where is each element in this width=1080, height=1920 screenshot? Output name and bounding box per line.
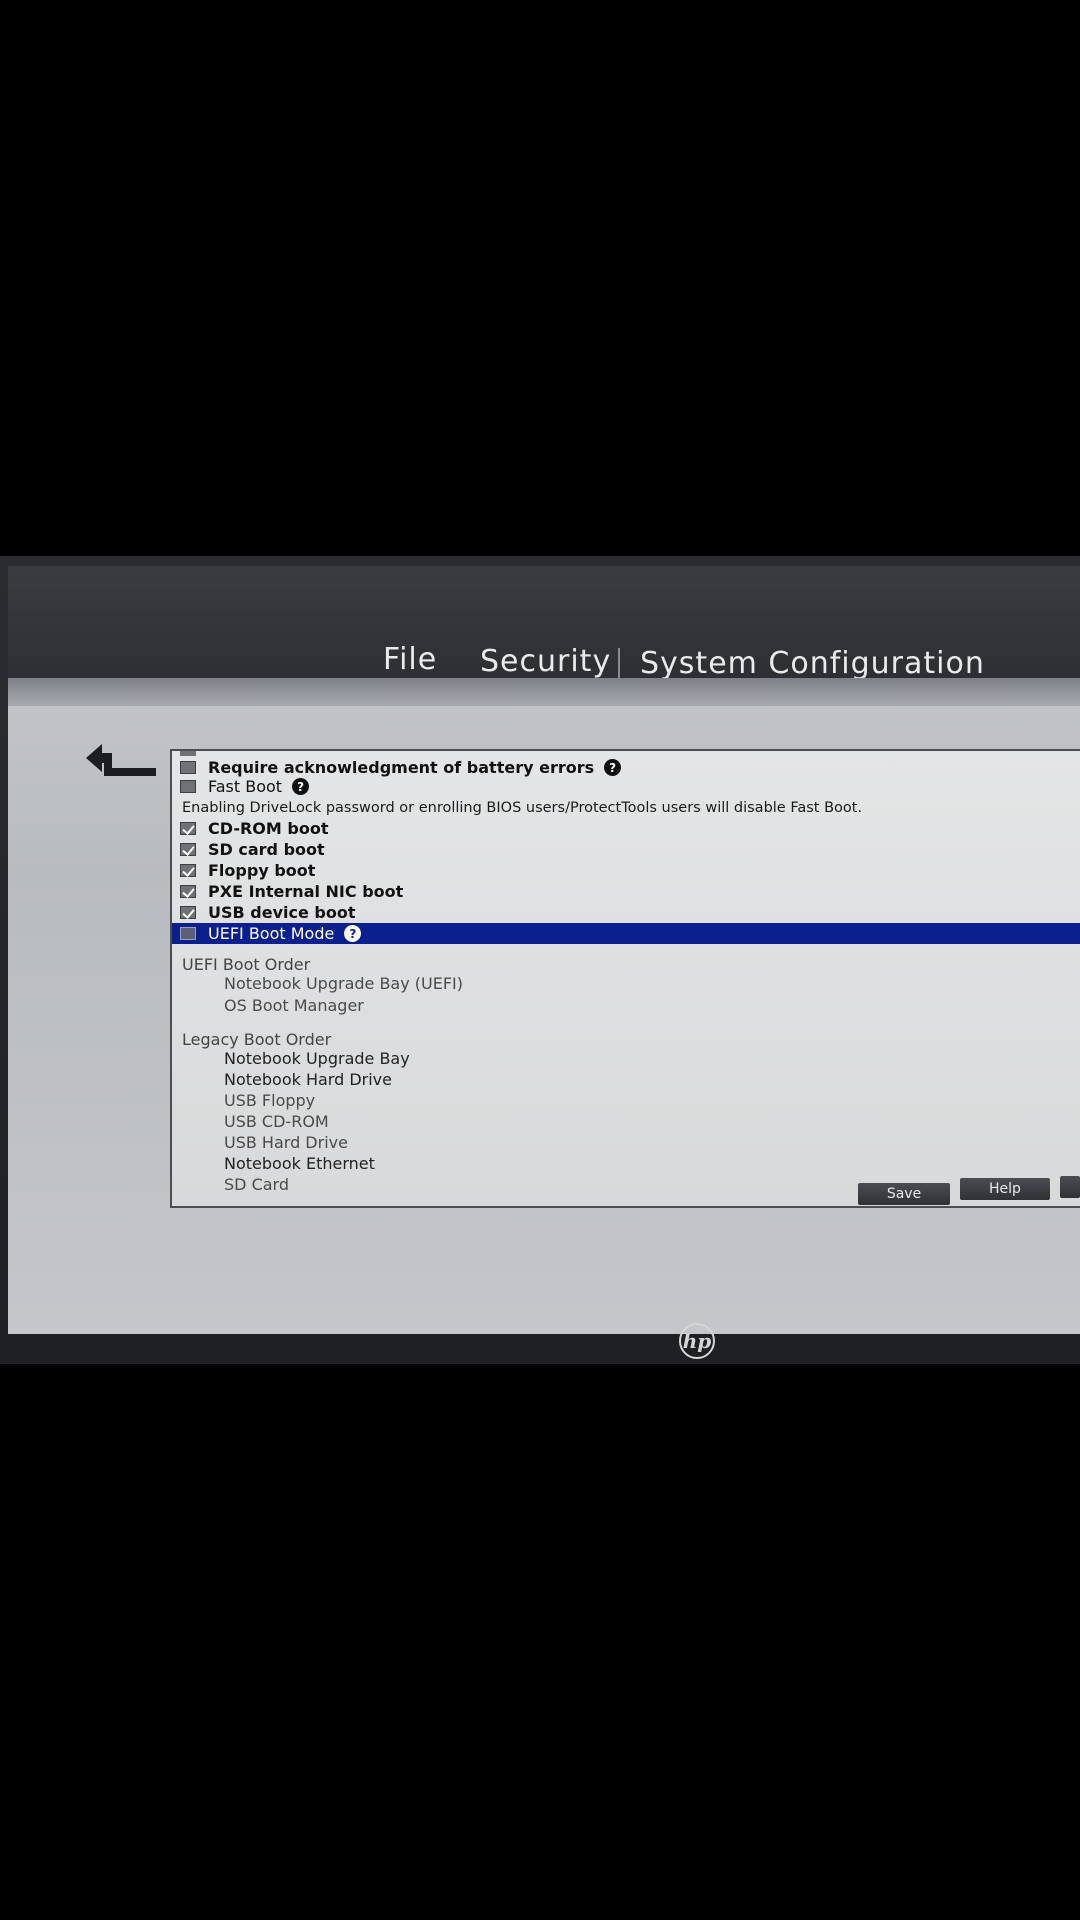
menu-system-configuration[interactable]: System Configuration (640, 646, 985, 681)
option-label: Require acknowledgment of battery errors (208, 758, 595, 777)
option-floppy-boot[interactable]: Floppy boot (172, 860, 1080, 881)
option-label: UEFI Boot Mode (208, 924, 335, 943)
checkbox-icon[interactable] (180, 843, 196, 856)
legacy-boot-item[interactable]: USB Hard Drive (224, 1133, 348, 1152)
option-sd-card-boot[interactable]: SD card boot (172, 839, 1080, 860)
option-pxe-nic-boot[interactable]: PXE Internal NIC boot (172, 881, 1080, 902)
question-circle-icon[interactable]: ? (604, 759, 622, 776)
legacy-boot-item[interactable]: USB CD-ROM (224, 1112, 329, 1131)
legacy-boot-item[interactable]: SD Card (224, 1175, 289, 1194)
menu-separator (618, 648, 620, 682)
back-arrow-icon[interactable] (86, 744, 156, 784)
exit-button[interactable] (1060, 1176, 1080, 1198)
option-label: Floppy boot (208, 861, 316, 880)
legacy-boot-order-title: Legacy Boot Order (182, 1030, 332, 1049)
option-label: Fast Boot (208, 777, 283, 796)
photo-frame: File Security System Configuration Requi… (0, 0, 1080, 1920)
checkbox-icon[interactable] (180, 822, 196, 835)
question-circle-icon[interactable]: ? (292, 778, 310, 795)
sub-bar (8, 678, 1080, 706)
option-cdrom-boot[interactable]: CD-ROM boot (172, 818, 1080, 839)
legacy-boot-item[interactable]: Notebook Ethernet (224, 1154, 375, 1173)
checkbox-icon[interactable] (180, 761, 196, 774)
option-label: SD card boot (208, 840, 325, 859)
bios-screen: File Security System Configuration Requi… (8, 566, 1080, 1334)
checkbox-icon[interactable] (180, 906, 196, 919)
hp-logo: hp (679, 1323, 715, 1359)
fast-boot-note: Enabling DriveLock password or enrolling… (182, 800, 863, 816)
option-fast-boot[interactable]: Fast Boot ? (172, 776, 1080, 797)
option-label: PXE Internal NIC boot (208, 882, 404, 901)
option-battery-errors[interactable]: Require acknowledgment of battery errors… (172, 757, 1080, 778)
legacy-boot-item[interactable]: Notebook Hard Drive (224, 1070, 392, 1089)
checkbox-icon[interactable] (180, 780, 196, 793)
question-circle-icon[interactable]: ? (344, 925, 362, 942)
menu-security[interactable]: Security (480, 644, 611, 679)
option-uefi-boot-mode[interactable]: UEFI Boot Mode ? (172, 923, 1080, 944)
checkbox-icon[interactable] (180, 885, 196, 898)
checkbox-icon[interactable] (180, 927, 196, 940)
option-label: USB device boot (208, 903, 356, 922)
option-usb-device-boot[interactable]: USB device boot (172, 902, 1080, 923)
uefi-boot-item[interactable]: OS Boot Manager (224, 996, 364, 1015)
menu-bar: File Security System Configuration (8, 566, 1080, 682)
checkbox-icon[interactable] (180, 864, 196, 877)
option-label: CD-ROM boot (208, 819, 329, 838)
menu-file[interactable]: File (383, 642, 437, 677)
boot-options-panel: Require acknowledgment of battery errors… (170, 749, 1080, 1208)
uefi-boot-order-title: UEFI Boot Order (182, 955, 311, 974)
uefi-boot-item[interactable]: Notebook Upgrade Bay (UEFI) (224, 974, 463, 993)
legacy-boot-item[interactable]: Notebook Upgrade Bay (224, 1049, 410, 1068)
help-button[interactable]: Help (960, 1178, 1050, 1200)
save-button[interactable]: Save (858, 1183, 950, 1205)
legacy-boot-item[interactable]: USB Floppy (224, 1091, 315, 1110)
